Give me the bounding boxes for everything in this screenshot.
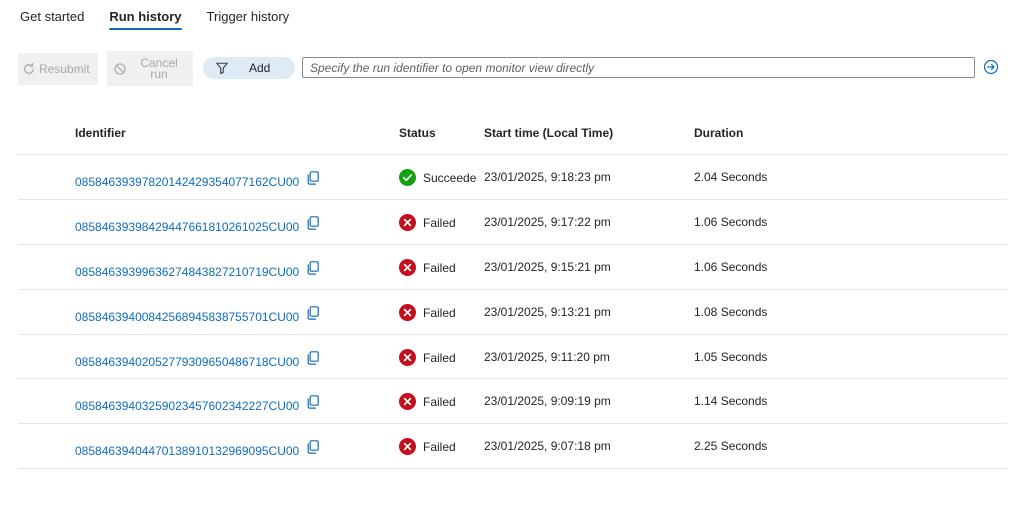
status-text: Failed [423, 440, 456, 454]
refresh-icon [24, 63, 34, 74]
cancel-run-label-line2: run [150, 66, 168, 81]
x-circle-icon [399, 304, 416, 321]
table-row[interactable]: 08584639403259023457602342227CU00 Failed… [18, 379, 1007, 424]
x-circle-icon [399, 259, 416, 276]
status-text: Failed [423, 395, 456, 409]
copy-icon[interactable] [305, 260, 321, 276]
run-identifier-link[interactable]: 08584639402052779309650486718CU00 [75, 355, 299, 369]
start-time-text: 23/01/2025, 9:07:18 pm [484, 439, 611, 453]
status-text: Succeeded [423, 171, 477, 185]
start-time-text: 23/01/2025, 9:18:23 pm [484, 170, 611, 184]
copy-icon[interactable] [305, 215, 321, 231]
column-header-identifier: Identifier [75, 126, 126, 140]
duration-text: 2.04 Seconds [694, 170, 768, 184]
cancel-run-label: Cancel run [135, 57, 183, 81]
start-time-text: 23/01/2025, 9:11:20 pm [484, 350, 610, 364]
run-identifier-link[interactable]: 08584639397820142429354077162CU00 [75, 175, 299, 189]
column-header-status: Status [399, 126, 436, 140]
table-row[interactable]: 08584639399636274843827210719CU00 Failed… [18, 245, 1007, 290]
x-circle-icon [399, 438, 416, 455]
status-text: Failed [423, 261, 456, 275]
run-identifier-link[interactable]: 08584639398429447661810261025CU00 [75, 220, 299, 234]
status-text: Failed [423, 306, 456, 320]
table-row[interactable]: 08584639398429447661810261025CU00 Failed… [18, 200, 1007, 245]
duration-text: 1.06 Seconds [694, 215, 768, 229]
table-row[interactable]: 08584639400842568945838755701CU00 Failed… [18, 290, 1007, 335]
filter-icon [216, 62, 228, 75]
copy-icon[interactable] [305, 170, 321, 186]
cancel-run-button[interactable]: Cancel run [107, 51, 193, 86]
duration-text: 1.08 Seconds [694, 305, 768, 319]
start-time-text: 23/01/2025, 9:13:21 pm [484, 305, 611, 319]
copy-icon[interactable] [305, 439, 321, 455]
table-row[interactable]: 08584639404470138910132969095CU00 Failed… [18, 424, 1007, 469]
add-filter-pill[interactable]: Add [203, 57, 295, 79]
tab-get-started[interactable]: Get started [20, 0, 84, 36]
x-circle-icon [399, 349, 416, 366]
copy-icon[interactable] [305, 350, 321, 366]
arrow-right-circle-icon[interactable] [983, 59, 999, 75]
duration-text: 1.14 Seconds [694, 394, 768, 408]
tab-bar: Get started Run history Trigger history [20, 0, 314, 36]
copy-icon[interactable] [305, 394, 321, 410]
add-filter-label: Add [249, 61, 271, 75]
row-divider [18, 468, 1007, 469]
tab-run-history[interactable]: Run history [109, 0, 182, 36]
start-time-text: 23/01/2025, 9:15:21 pm [484, 260, 611, 274]
duration-text: 1.06 Seconds [694, 260, 768, 274]
tab-trigger-history[interactable]: Trigger history [207, 0, 290, 36]
duration-text: 1.05 Seconds [694, 350, 768, 364]
run-identifier-link[interactable]: 08584639403259023457602342227CU00 [75, 399, 299, 413]
start-time-text: 23/01/2025, 9:17:22 pm [484, 215, 611, 229]
table-row[interactable]: 08584639397820142429354077162CU00 Succee… [18, 155, 1007, 200]
column-header-duration: Duration [694, 126, 744, 140]
run-identifier-search-input[interactable] [302, 57, 975, 78]
duration-text: 2.25 Seconds [694, 439, 768, 453]
run-identifier-link[interactable]: 08584639404470138910132969095CU00 [75, 444, 299, 458]
status-text: Failed [423, 351, 456, 365]
check-circle-icon [399, 169, 416, 186]
start-time-text: 23/01/2025, 9:09:19 pm [484, 394, 611, 408]
x-circle-icon [399, 214, 416, 231]
x-circle-icon [399, 393, 416, 410]
prohibited-icon [114, 62, 126, 75]
column-header-start-time: Start time (Local Time) [484, 126, 614, 140]
copy-icon[interactable] [305, 305, 321, 321]
run-identifier-link[interactable]: 08584639400842568945838755701CU00 [75, 310, 299, 324]
table-row[interactable]: 08584639402052779309650486718CU00 Failed… [18, 335, 1007, 380]
status-text: Failed [423, 216, 456, 230]
resubmit-label: Resubmit [39, 62, 90, 76]
resubmit-button[interactable]: Resubmit [18, 53, 98, 85]
run-identifier-link[interactable]: 08584639399636274843827210719CU00 [75, 265, 299, 279]
